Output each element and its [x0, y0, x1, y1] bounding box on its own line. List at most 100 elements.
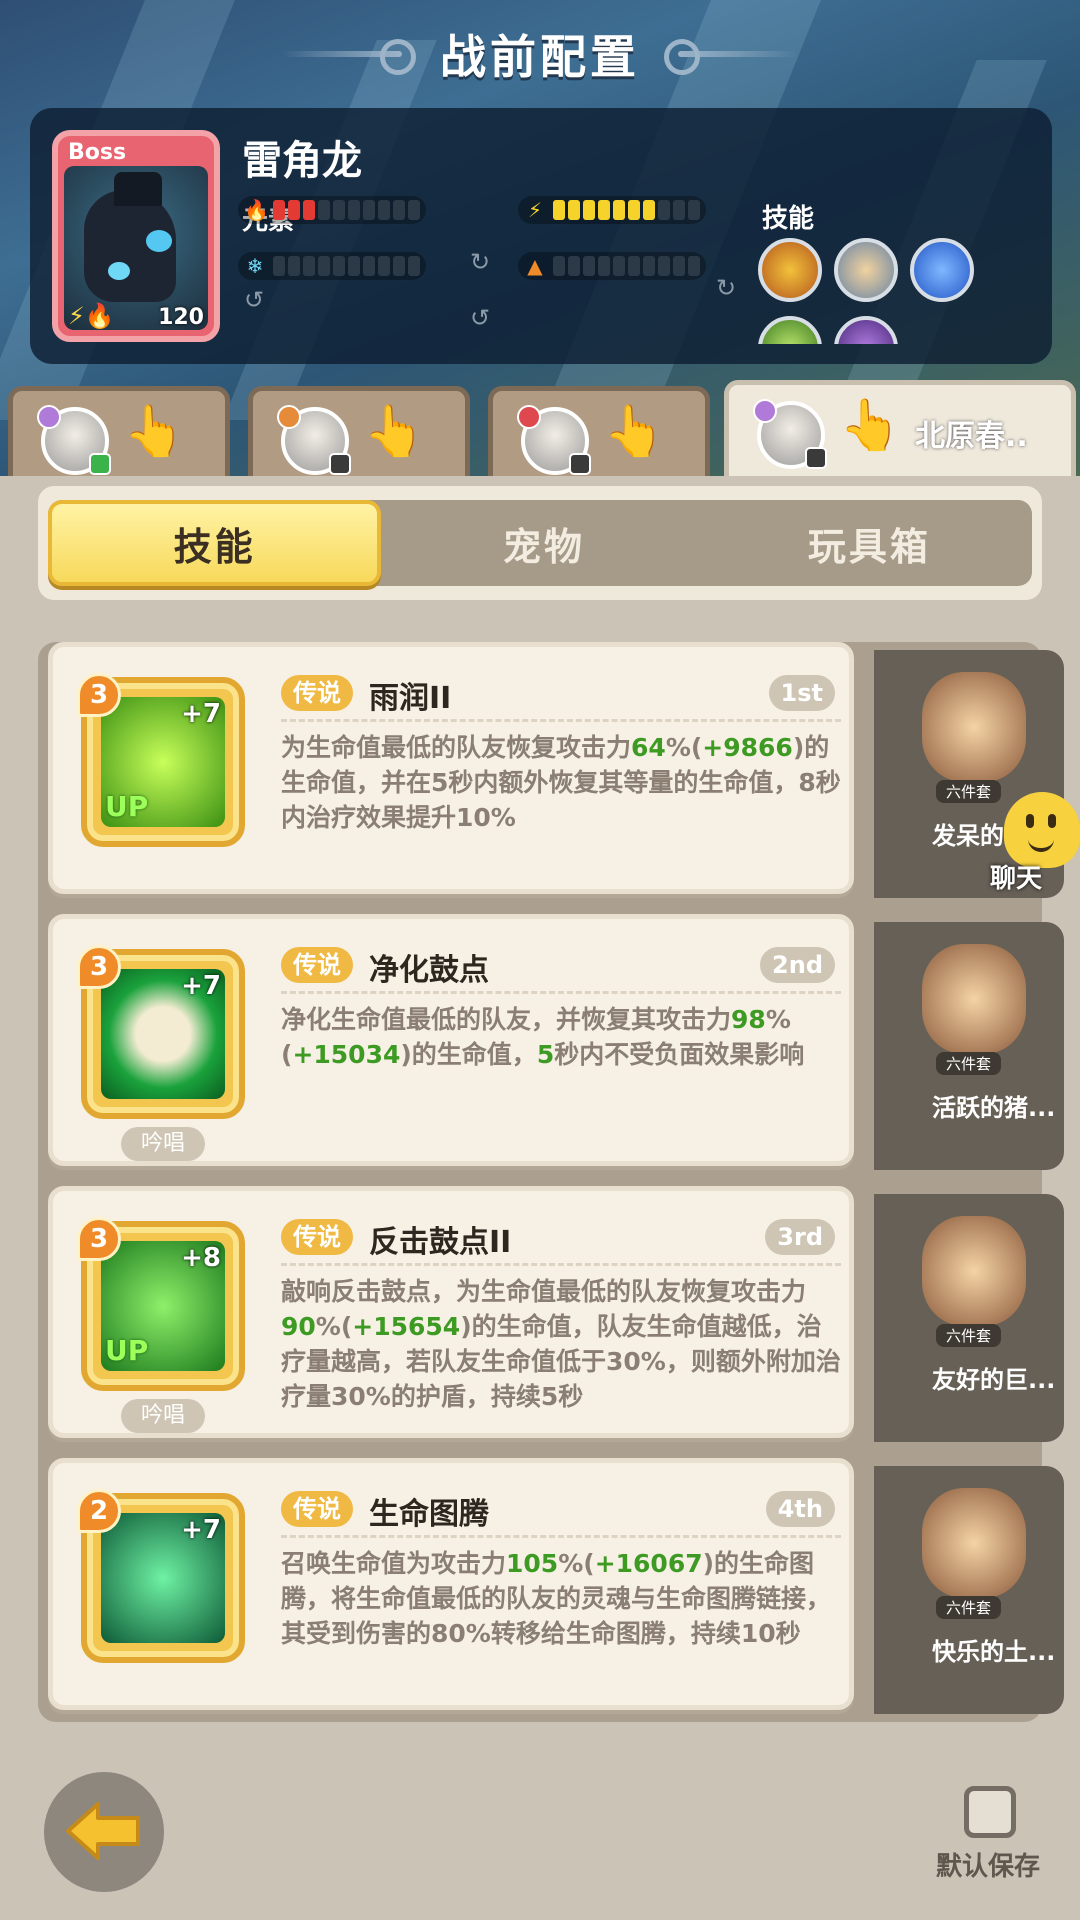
character-tab-1[interactable]: 👆 [8, 386, 230, 476]
element-badge-icon: ⚡🔥 [68, 302, 115, 330]
rank-badge: 4th [765, 1491, 835, 1527]
toy-slot[interactable]: 六件套 快乐的土... [874, 1466, 1064, 1714]
skill-icon[interactable]: 3 +8 UP [77, 1217, 245, 1391]
gauge-segment [583, 200, 595, 220]
desc-part: %( [315, 1312, 353, 1341]
gauge-segment [333, 200, 345, 220]
skill-card[interactable]: 2 +7 传说 生命图腾 4th 召唤生命值为攻击力105%(+16067)的生… [48, 1458, 854, 1710]
rank-badge: 3rd [765, 1219, 835, 1255]
skill-icon[interactable]: 3 +7 [77, 945, 245, 1119]
desc-part: %( [558, 1549, 595, 1578]
element-gauge-thunder: ⚡ [518, 196, 706, 224]
page-title: 战前配置 [440, 30, 640, 84]
boss-name: 雷角龙 [242, 138, 362, 184]
element-badge-icon [517, 405, 541, 429]
gauge-segment [688, 256, 700, 276]
category-tabs: 技能 宠物 玩具箱 [38, 486, 1042, 600]
character-tab-2[interactable]: 👆 [248, 386, 470, 476]
toy-name: 活跃的猪... [932, 1094, 1056, 1122]
element-gauge-earth: ▲ [518, 252, 706, 280]
chat-label: 聊天 [990, 864, 1043, 894]
element-gauge-ice: ❄ [238, 252, 426, 280]
desc-part: 召唤生命值为攻击力 [281, 1549, 507, 1578]
skill-level-badge: 3 [77, 1217, 121, 1261]
desc-part: 5 [536, 1040, 555, 1069]
skill-card[interactable]: 3 +7 UP 传说 雨润II 1st 为生命值最低的队友恢复攻击力64%(+9… [48, 642, 854, 894]
skill-description: 敲响反击鼓点，为生命值最低的队友恢复攻击力90%(+15654)的生命值，队友生… [281, 1263, 841, 1414]
fist-skill-icon[interactable] [758, 238, 822, 302]
lightning-skill-icon[interactable] [910, 238, 974, 302]
gauge-segment [613, 200, 625, 220]
element-gauge-fire: 🔥 [238, 196, 426, 224]
skill-icon[interactable]: 2 +7 [77, 1489, 245, 1663]
desc-part: 秒内不受负面效果影响 [554, 1040, 805, 1069]
gauge-segment [273, 200, 285, 220]
tap-hand-icon: 👆 [839, 396, 902, 454]
skill-level-badge: 2 [77, 1489, 121, 1533]
shield-skill-icon[interactable] [834, 238, 898, 302]
toy-slot[interactable]: 六件套 活跃的猪... [874, 922, 1064, 1170]
toy-slot[interactable]: 六件套 友好的巨... [874, 1194, 1064, 1442]
skill-bonus: +7 [181, 971, 221, 1001]
gauge-segment [658, 256, 670, 276]
gauge-segment [553, 200, 565, 220]
title-bar: 战前配置 [0, 18, 1080, 90]
character-tabs: 👆 👆 👆 👆 北原春.. [0, 380, 1080, 476]
gauge-segment [408, 256, 420, 276]
back-arrow-icon [66, 1802, 140, 1860]
gauge-segment [333, 256, 345, 276]
ice-icon: ❄ [246, 254, 264, 278]
content-area: 技能 宠物 玩具箱 六件套 发呆的... 3 +7 UP 传说 雨润II 1st… [0, 476, 1080, 1920]
chat-button[interactable]: 聊天 [984, 792, 1080, 894]
rank-badge: 1st [768, 675, 835, 711]
tab-skills[interactable]: 技能 [48, 500, 382, 586]
gauge-segment [613, 256, 625, 276]
skill-level-badge: 3 [77, 945, 121, 989]
desc-part: 净化生命值最低的队友，并恢复其攻击力 [281, 1005, 732, 1034]
tab-pets[interactable]: 宠物 [381, 500, 706, 586]
gauge-segment [673, 200, 685, 220]
gauge-segment [643, 200, 655, 220]
character-tab-3[interactable]: 👆 [488, 386, 710, 476]
set-badge: 六件套 [936, 1052, 1002, 1075]
set-badge: 六件套 [936, 1324, 1002, 1347]
boss-info-panel: Boss ⚡🔥 120 雷角龙 元素 技能 ↺ ↻ ↺ ↻ 🔥 ⚡ ❄ ▲ [30, 108, 1052, 364]
device-icon [329, 453, 351, 475]
skill-icon[interactable]: 3 +7 UP [77, 673, 245, 847]
back-button[interactable] [44, 1772, 164, 1892]
gauge-segment [408, 200, 420, 220]
avatar [37, 405, 111, 475]
tap-hand-icon: 👆 [603, 402, 666, 460]
gauge-segment [318, 200, 330, 220]
skill-name: 生命图腾 [369, 1497, 489, 1532]
fire-icon: 🔥 [244, 198, 269, 222]
rarity-badge: 传说 [281, 675, 353, 711]
green-skill-icon[interactable] [758, 316, 822, 344]
desc-part: 为生命值最低的队友恢复攻击力 [281, 733, 632, 762]
rarity-badge: 传说 [281, 1491, 353, 1527]
desc-part: 64 [631, 733, 666, 762]
thunder-icon: ⚡ [527, 198, 543, 222]
boss-portrait[interactable]: Boss ⚡🔥 120 [52, 130, 220, 342]
character-tab-4[interactable]: 👆 北原春.. [724, 380, 1076, 476]
gauge-segment [273, 256, 285, 276]
tab-toy-box[interactable]: 玩具箱 [707, 500, 1032, 586]
skill-card[interactable]: 3 +7 吟唱 传说 净化鼓点 2nd 净化生命值最低的队友，并恢复其攻击力98… [48, 914, 854, 1166]
tap-hand-icon: 👆 [363, 402, 426, 460]
dragon-icon [84, 172, 176, 302]
skill-bonus: +8 [181, 1243, 221, 1273]
chant-tag: 吟唱 [121, 1127, 205, 1161]
desc-part: 敲响反击鼓点，为生命值最低的队友恢复攻击力 [281, 1277, 807, 1306]
purple-skill-icon[interactable] [834, 316, 898, 344]
cycle-arrow-icon: ↻ [470, 248, 491, 276]
skill-name: 雨润II [369, 681, 452, 716]
default-save-label: 默认保存 [936, 1852, 1041, 1882]
gauge-segment [628, 200, 640, 220]
desc-part: 98 [731, 1005, 766, 1034]
skill-card[interactable]: 3 +8 UP 吟唱 传说 反击鼓点II 3rd 敲响反击鼓点，为生命值最低的队… [48, 1186, 854, 1438]
gauge-segment [628, 256, 640, 276]
default-save-checkbox[interactable] [964, 1786, 1016, 1838]
toy-name: 友好的巨... [932, 1366, 1056, 1394]
gauge-segment [583, 256, 595, 276]
cycle-arrow-icon: ↻ [716, 274, 737, 302]
